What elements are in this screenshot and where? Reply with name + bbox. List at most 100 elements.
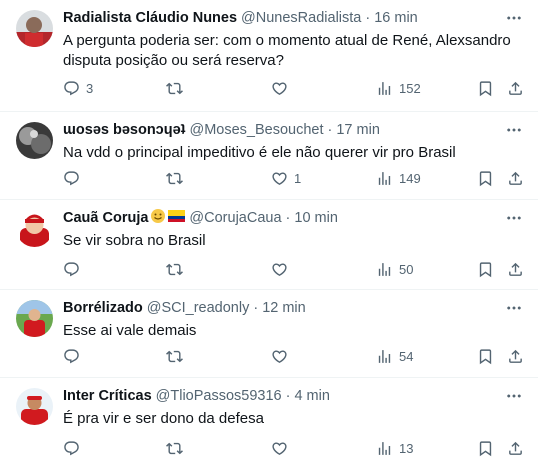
reply-icon (63, 170, 80, 187)
tweet-time[interactable]: 10 min (294, 210, 338, 226)
tweet[interactable]: ɯosǝs bǝsonɔɥǝʇ @Moses_Besouchet · 17 mi… (0, 112, 538, 200)
tweet-text: Na vdd o principal impeditivo é ele não … (63, 144, 456, 161)
tweet-time[interactable]: 4 min (294, 388, 329, 404)
views-button[interactable]: 13 (376, 438, 413, 458)
author-name[interactable]: ɯosǝs bǝsonɔɥǝʇ (63, 122, 186, 138)
tweet-time[interactable]: 17 min (336, 122, 380, 138)
retweet-button[interactable] (166, 78, 189, 98)
more-icon[interactable] (504, 388, 524, 404)
author-handle[interactable]: @CorujaCaua (189, 210, 281, 226)
tweet-body: Radialista Cláudio Nunes @NunesRadialist… (63, 8, 524, 71)
like-button[interactable]: 1 (271, 168, 301, 188)
tweet-time[interactable]: 12 min (262, 300, 306, 316)
bookmark-icon (477, 80, 494, 97)
heart-icon (271, 261, 288, 278)
separator-dot: · (365, 10, 371, 26)
tweet-header: Radialista Cláudio Nunes @NunesRadialist… (63, 8, 524, 28)
reply-button[interactable] (63, 346, 86, 366)
tweet[interactable]: Borrélizado @SCI_readonly · 12 min Esse … (0, 290, 538, 378)
tweet[interactable]: Radialista Cláudio Nunes @NunesRadialist… (0, 0, 538, 112)
author-name[interactable]: Borrélizado (63, 300, 143, 316)
avatar[interactable] (16, 10, 53, 47)
views-icon (376, 261, 393, 278)
author-name[interactable]: Cauã Coruja (63, 210, 148, 226)
reply-icon (63, 80, 80, 97)
bookmark-button[interactable] (477, 438, 494, 458)
author-handle[interactable]: @NunesRadialista (241, 10, 361, 26)
tweet-header: Inter Críticas @TlioPassos59316 · 4 min (63, 386, 524, 406)
share-button[interactable] (507, 346, 524, 366)
views-button[interactable]: 149 (376, 168, 421, 188)
share-icon (507, 261, 524, 278)
retweet-button[interactable] (166, 168, 189, 188)
share-icon (507, 348, 524, 365)
author-handle[interactable]: @Moses_Besouchet (190, 122, 324, 138)
retweet-icon (166, 440, 183, 457)
bookmark-icon (477, 348, 494, 365)
views-count: 13 (399, 440, 414, 456)
retweet-button[interactable] (166, 438, 189, 458)
more-icon[interactable] (504, 122, 524, 138)
tweet-time[interactable]: 16 min (374, 10, 418, 26)
reply-icon (63, 440, 80, 457)
tweet-body: Cauã Coruja @CorujaCaua · 10 min Se vir … (63, 208, 524, 251)
colombia-flag-icon (168, 210, 186, 226)
share-button[interactable] (507, 438, 524, 458)
views-count: 54 (399, 348, 414, 364)
reply-count: 3 (86, 80, 94, 96)
like-button[interactable] (271, 438, 294, 458)
like-button[interactable] (271, 259, 294, 279)
like-button[interactable] (271, 346, 294, 366)
more-icon[interactable] (504, 300, 524, 316)
retweet-button[interactable] (166, 259, 189, 279)
avatar[interactable] (16, 122, 53, 159)
share-button[interactable] (507, 259, 524, 279)
share-button[interactable] (507, 78, 524, 98)
bookmark-icon (477, 440, 494, 457)
more-icon[interactable] (504, 210, 524, 226)
tweet[interactable]: Cauã Coruja @CorujaCaua · 10 min Se vir … (0, 200, 538, 290)
bookmark-icon (477, 261, 494, 278)
views-button[interactable]: 54 (376, 346, 413, 366)
reply-icon (63, 261, 80, 278)
share-icon (507, 440, 524, 457)
like-button[interactable] (271, 78, 294, 98)
reply-button[interactable] (63, 168, 86, 188)
reply-button[interactable]: 3 (63, 78, 93, 98)
author-handle[interactable]: @TlioPassos59316 (156, 388, 282, 404)
avatar[interactable] (16, 210, 53, 247)
author-handle[interactable]: @SCI_readonly (147, 300, 250, 316)
retweet-button[interactable] (166, 346, 189, 366)
share-button[interactable] (507, 168, 524, 188)
tweet-text: É pra vir e ser dono da defesa (63, 410, 264, 427)
tweet[interactable]: Inter Críticas @TlioPassos59316 · 4 min … (0, 378, 538, 475)
more-icon[interactable] (504, 10, 524, 26)
tweet-body: Borrélizado @SCI_readonly · 12 min Esse … (63, 298, 524, 341)
reply-icon (63, 348, 80, 365)
author-name[interactable]: Radialista Cláudio Nunes (63, 10, 237, 26)
retweet-icon (166, 170, 183, 187)
bookmark-button[interactable] (477, 78, 494, 98)
tweet-actions: 3 152 (63, 78, 524, 98)
views-icon (376, 170, 393, 187)
bookmark-button[interactable] (477, 346, 494, 366)
heart-icon (271, 348, 288, 365)
retweet-icon (166, 261, 183, 278)
separator-dot: · (285, 388, 291, 404)
avatar[interactable] (16, 388, 53, 425)
heart-icon (271, 80, 288, 97)
reply-button[interactable] (63, 438, 86, 458)
views-button[interactable]: 152 (376, 78, 421, 98)
avatar[interactable] (16, 300, 53, 337)
tweet-actions: 54 (63, 346, 524, 366)
tweet-actions: 1 149 (63, 168, 524, 188)
bookmark-button[interactable] (477, 168, 494, 188)
reply-button[interactable] (63, 259, 86, 279)
bookmark-button[interactable] (477, 259, 494, 279)
author-name[interactable]: Inter Críticas (63, 388, 152, 404)
tweet-header: ɯosǝs bǝsonɔɥǝʇ @Moses_Besouchet · 17 mi… (63, 120, 524, 140)
retweet-icon (166, 348, 183, 365)
separator-dot: · (253, 300, 259, 316)
like-count: 1 (294, 170, 302, 186)
views-button[interactable]: 50 (376, 259, 413, 279)
